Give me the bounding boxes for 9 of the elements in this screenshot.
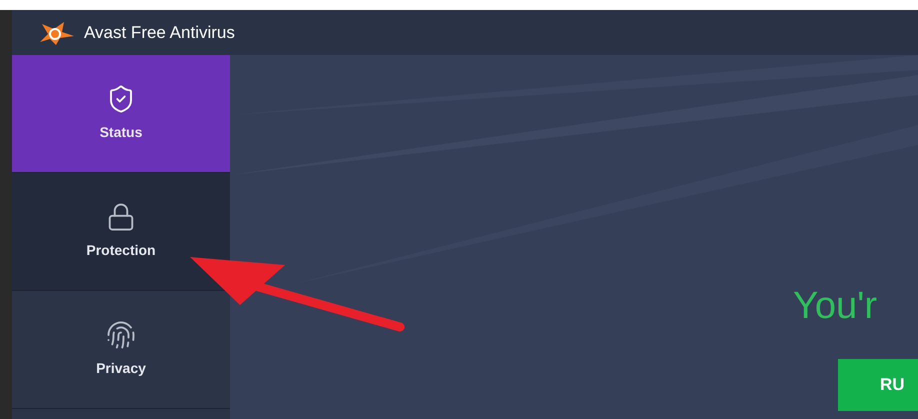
sidebar-label: Protection: [86, 241, 156, 260]
status-headline: You'r: [793, 287, 878, 325]
sidebar-item[interactable]: Status: [12, 55, 230, 173]
padlock-icon: [106, 202, 136, 232]
window-title: Avast Free Antivirus: [84, 22, 235, 44]
sidebar-item[interactable]: Protection: [12, 173, 230, 291]
sidebar-label: Privacy: [96, 359, 146, 378]
sidebar-label: Status: [100, 123, 142, 142]
fingerprint-icon: [106, 320, 136, 350]
